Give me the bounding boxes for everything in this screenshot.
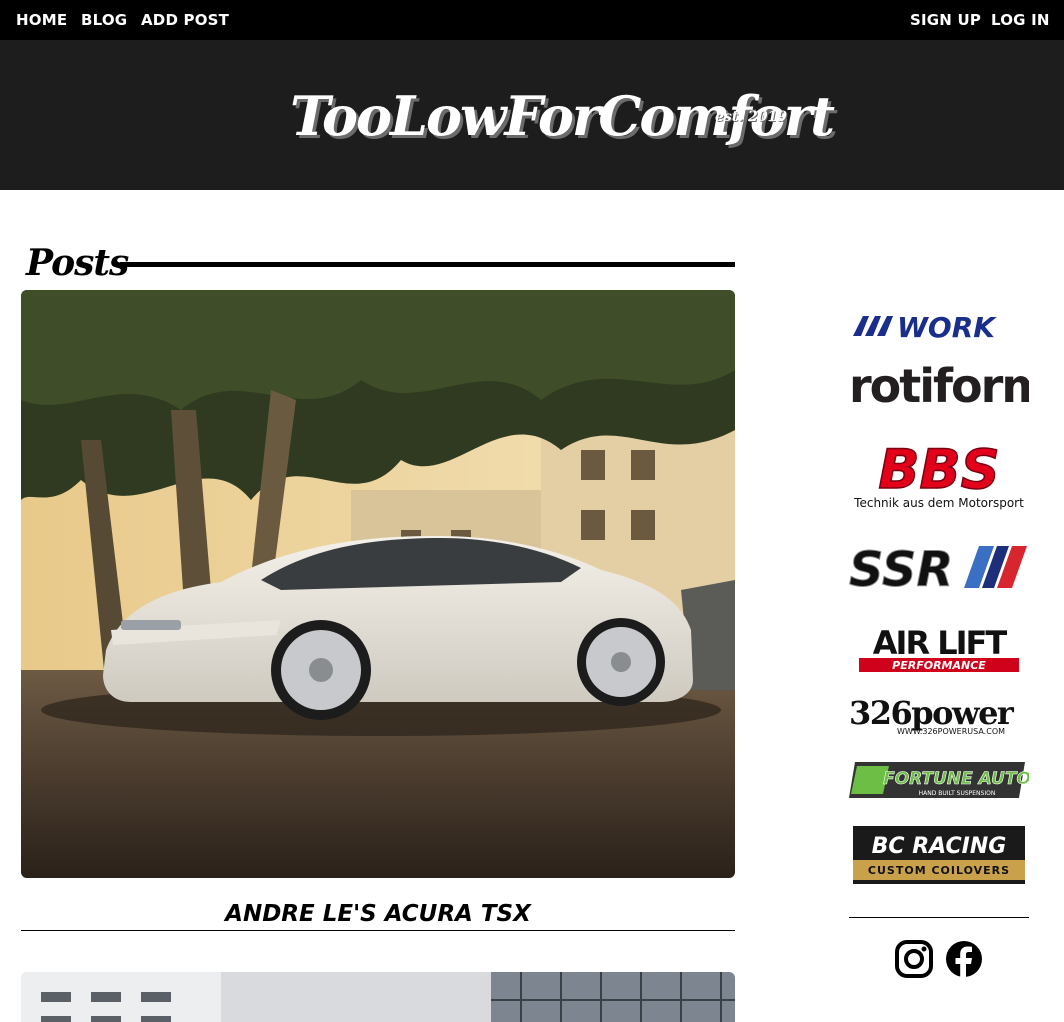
post-image[interactable] xyxy=(21,290,735,878)
air-lift-logo-tagline: PERFORMANCE xyxy=(892,659,986,672)
bc-racing-logo-text: BC RACING xyxy=(872,834,1007,859)
fortune-auto-logo[interactable]: FORTUNE AUTO HAND BUILT SUSPENSION xyxy=(849,758,1031,802)
posts-heading-rule xyxy=(120,262,735,267)
rotiform-logo[interactable]: rotiform xyxy=(849,359,1049,420)
ssr-logo-text: SSR xyxy=(849,542,953,594)
post-photo-car xyxy=(21,290,735,878)
nav-home-link[interactable]: HOME xyxy=(16,11,67,29)
brand-established: est. 2019 xyxy=(715,109,787,125)
326power-logo-url: WWW.326POWERUSA.COM xyxy=(897,727,1005,736)
fortune-auto-logo-tagline: HAND BUILT SUSPENSION xyxy=(919,790,996,797)
bbs-logo-text: BBS xyxy=(878,440,999,501)
326power-logo[interactable]: 326power WWW.326POWERUSA.COM xyxy=(849,694,1029,736)
nav-add-post-link[interactable]: ADD POST xyxy=(141,11,229,29)
instagram-icon[interactable] xyxy=(895,940,933,978)
bc-racing-logo-tagline: CUSTOM COILOVERS xyxy=(868,864,1010,877)
post-title-link[interactable]: ANDRE LE'S ACURA TSX xyxy=(21,901,735,927)
fortune-auto-logo-text: FORTUNE AUTO xyxy=(883,769,1029,789)
sidebar-divider xyxy=(849,917,1029,918)
post-divider xyxy=(21,930,735,931)
air-lift-logo[interactable]: AIR LIFT PERFORMANCE xyxy=(849,624,1029,676)
ssr-logo[interactable]: SSR xyxy=(849,540,1029,599)
nav-blog-link[interactable]: BLOG xyxy=(81,11,127,29)
post-image-2[interactable] xyxy=(21,972,735,1022)
post-photo-building xyxy=(21,972,735,1022)
air-lift-logo-text: AIR LIFT xyxy=(873,624,1008,662)
facebook-icon[interactable] xyxy=(945,940,983,978)
bc-racing-logo[interactable]: BC RACING CUSTOM COILOVERS xyxy=(849,826,1029,884)
top-nav: HOME BLOG ADD POST SIGN UP LOG IN xyxy=(0,0,1064,40)
rotiform-logo-text: rotiform xyxy=(849,360,1029,413)
nav-sign-up-link[interactable]: SIGN UP xyxy=(910,11,981,29)
site-banner: TooLowForComfort est. 2019 xyxy=(0,40,1064,190)
nav-log-in-link[interactable]: LOG IN xyxy=(991,11,1050,29)
work-logo-text: WORK xyxy=(897,311,997,344)
bbs-logo[interactable]: BBS Technik aus dem Motorsport xyxy=(849,437,1029,512)
bbs-logo-tagline: Technik aus dem Motorsport xyxy=(853,496,1024,510)
site-logo[interactable]: TooLowForComfort est. 2019 xyxy=(290,84,835,148)
posts-heading: Posts xyxy=(26,242,129,284)
work-wheels-logo[interactable]: WORK xyxy=(849,306,1029,344)
